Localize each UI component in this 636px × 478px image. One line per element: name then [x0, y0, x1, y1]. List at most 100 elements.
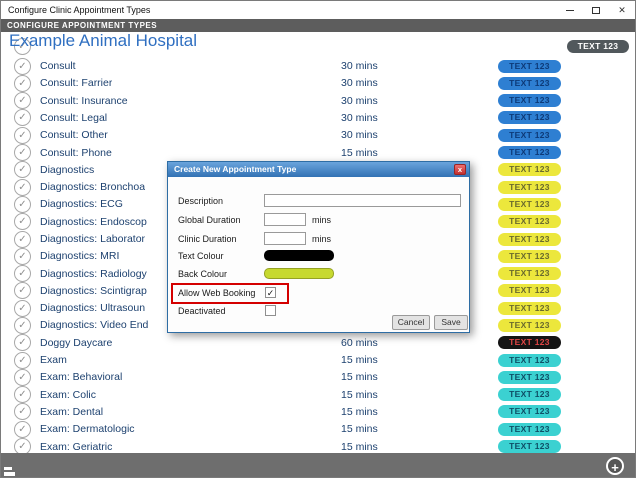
clinic-duration-input[interactable] — [264, 232, 306, 245]
appointment-duration: 15 mins — [341, 371, 378, 384]
save-button[interactable]: Save — [434, 315, 468, 330]
check-circle-icon: ✓ — [14, 213, 31, 231]
appointment-color-badge: TEXT 123 — [498, 422, 561, 436]
check-circle-icon: ✓ — [14, 109, 31, 127]
description-input[interactable] — [264, 194, 461, 207]
back-colour-swatch[interactable] — [264, 268, 334, 279]
clinic-duration-label: Clinic Duration — [178, 234, 237, 244]
appointment-name: Diagnostics: Scintigrap — [40, 284, 147, 297]
appointment-color-badge: TEXT 123 — [498, 405, 561, 419]
add-appointment-button[interactable]: + — [606, 457, 624, 475]
dialog-close-button[interactable]: x — [454, 164, 466, 175]
appointment-name: Exam: Dermatologic — [40, 423, 135, 436]
list-item[interactable]: ✓ Consult 30 mins TEXT 123 — [1, 57, 635, 75]
list-item[interactable]: ✓ Consult: Other 30 mins TEXT 123 — [1, 126, 635, 144]
appointment-duration: 30 mins — [341, 111, 378, 124]
check-circle-icon: ✓ — [14, 420, 31, 438]
app-window: Configure Clinic Appointment Types ✕ CON… — [0, 0, 636, 478]
deactivated-label: Deactivated — [178, 306, 226, 316]
appointment-name: Diagnostics — [40, 163, 95, 176]
appointment-name: Diagnostics: Bronchoa — [40, 181, 146, 194]
minimize-icon — [566, 9, 574, 11]
deactivated-checkbox[interactable] — [265, 305, 276, 316]
appointment-color-badge: TEXT 123 — [498, 249, 561, 263]
corner-mark-icon — [4, 472, 15, 476]
appointment-name: Exam: Geriatric — [40, 440, 113, 453]
check-circle-icon: ✓ — [14, 299, 31, 317]
window-title: Configure Clinic Appointment Types — [8, 5, 151, 15]
check-circle-icon: ✓ — [14, 126, 31, 144]
appointment-color-badge: TEXT 123 — [498, 388, 561, 402]
appointment-duration: 15 mins — [341, 440, 378, 453]
list-item[interactable]: ✓ Exam: Dermatologic 15 mins TEXT 123 — [1, 420, 635, 438]
check-circle-icon: ✓ — [14, 247, 31, 265]
check-circle-icon: ✓ — [14, 74, 31, 92]
appointment-duration: 15 mins — [341, 354, 378, 367]
list-item[interactable]: ✓ Consult: Farrier 30 mins TEXT 123 — [1, 74, 635, 92]
appointment-name: Diagnostics: MRI — [40, 250, 120, 263]
maximize-button[interactable] — [583, 1, 609, 19]
appointment-color-badge: TEXT 123 — [498, 301, 561, 315]
appointment-color-badge: TEXT 123 — [498, 284, 561, 298]
appointment-name: Diagnostics: Laborator — [40, 233, 146, 245]
appointment-color-badge: TEXT 123 — [498, 59, 561, 73]
list-item[interactable]: ✓ Consult: Phone 15 mins TEXT 123 — [1, 144, 635, 162]
global-duration-label: Global Duration — [178, 215, 241, 225]
maximize-icon — [592, 6, 600, 14]
appointment-color-badge: TEXT 123 — [498, 318, 561, 332]
appointment-name: Exam: Dental — [40, 405, 104, 418]
text-colour-swatch[interactable] — [264, 250, 334, 261]
dialog-body: Description Global Duration mins Clinic … — [168, 177, 469, 332]
appointment-duration: 30 mins — [341, 60, 378, 73]
appointment-name: Diagnostics: Endoscop — [40, 215, 147, 228]
appointment-duration: 30 mins — [341, 94, 378, 107]
appointment-color-badge: TEXT 123 — [498, 197, 561, 211]
allow-web-booking-checkbox[interactable]: ✓ — [265, 287, 276, 298]
appointment-color-badge: TEXT 123 — [498, 440, 561, 454]
check-circle-icon: ✓ — [14, 316, 31, 334]
check-circle-icon: ✓ — [14, 161, 31, 179]
check-circle-icon: ✓ — [14, 265, 31, 283]
minimize-button[interactable] — [557, 1, 583, 19]
appointment-color-badge: TEXT 123 — [498, 232, 561, 246]
appointment-duration: 15 mins — [341, 388, 378, 401]
check-circle-icon: ✓ — [14, 351, 31, 369]
partial-row-badge: TEXT 123 — [567, 40, 629, 53]
appointment-duration: 30 mins — [341, 129, 378, 142]
list-item[interactable]: ✓ Doggy Daycare 60 mins TEXT 123 — [1, 334, 635, 352]
dialog-title-bar: Create New Appointment Type x — [168, 162, 469, 177]
appointment-duration: 30 mins — [341, 77, 378, 90]
list-item[interactable]: ✓ Exam: Behavioral 15 mins TEXT 123 — [1, 368, 635, 386]
dialog-title: Create New Appointment Type — [174, 164, 297, 174]
appointment-color-badge: TEXT 123 — [498, 163, 561, 177]
back-colour-label: Back Colour — [178, 269, 228, 279]
list-item[interactable]: ✓ Consult: Legal 30 mins TEXT 123 — [1, 109, 635, 127]
appointment-name: Consult: Other — [40, 129, 108, 142]
appointment-name: Diagnostics: ECG — [40, 198, 123, 211]
list-item[interactable]: ✓ Consult: Insurance 30 mins TEXT 123 — [1, 92, 635, 110]
appointment-duration: 15 mins — [341, 146, 378, 159]
cancel-button[interactable]: Cancel — [392, 315, 430, 330]
list-item[interactable]: ✓ Exam 15 mins TEXT 123 — [1, 351, 635, 369]
appointment-color-badge: TEXT 123 — [498, 353, 561, 367]
appointment-color-badge: TEXT 123 — [498, 215, 561, 229]
appointment-name: Consult: Farrier — [40, 77, 113, 90]
check-circle-icon: ✓ — [14, 334, 31, 352]
window-controls: ✕ — [557, 1, 635, 19]
appointment-color-badge: TEXT 123 — [498, 146, 561, 160]
global-duration-input[interactable] — [264, 213, 306, 226]
appointment-name: Consult: Legal — [40, 111, 108, 124]
bottom-bar: + — [1, 453, 635, 477]
check-circle-icon: ✓ — [14, 144, 31, 162]
list-item[interactable]: ✓ Exam: Dental 15 mins TEXT 123 — [1, 403, 635, 421]
check-circle-icon: ✓ — [14, 282, 31, 300]
close-button[interactable]: ✕ — [609, 1, 635, 19]
appointment-color-badge: TEXT 123 — [498, 111, 561, 125]
appointment-duration: 15 mins — [341, 423, 378, 436]
appointment-duration: 60 mins — [341, 336, 378, 349]
appointment-name: Diagnostics: Radiology — [40, 267, 147, 280]
check-circle-icon: ✓ — [14, 368, 31, 386]
appointment-name: Doggy Daycare — [40, 336, 113, 349]
list-item[interactable]: ✓ Exam: Colic 15 mins TEXT 123 — [1, 386, 635, 404]
appointment-color-badge: TEXT 123 — [498, 76, 561, 90]
